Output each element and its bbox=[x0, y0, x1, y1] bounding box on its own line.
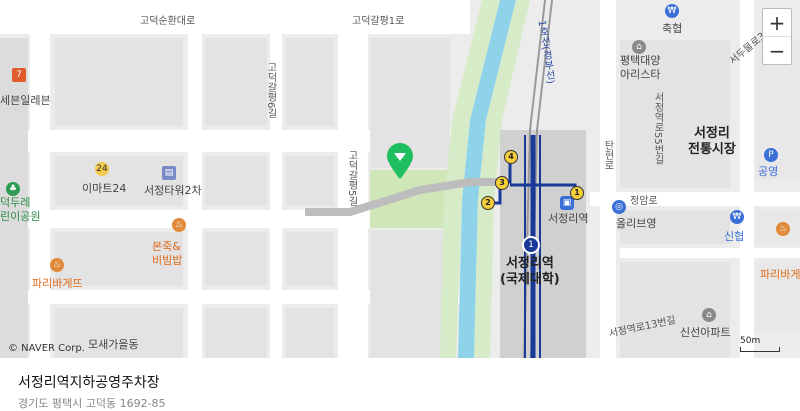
park-icon[interactable]: ♣ bbox=[6, 182, 20, 196]
exit-2-marker[interactable]: 2 bbox=[481, 196, 495, 210]
road-label: 정암로 bbox=[630, 196, 658, 207]
poi-label[interactable]: 서정타워2차 bbox=[144, 182, 202, 198]
scale-label: 50m bbox=[740, 336, 761, 346]
place-address: 경기도 평택시 고덕동 1692-85 bbox=[18, 397, 166, 410]
poi-label[interactable]: 본죽& 비빔밥 bbox=[152, 240, 182, 268]
road-label: 서정역로55번길 bbox=[652, 92, 663, 165]
apartment-icon[interactable]: ⌂ bbox=[632, 40, 646, 54]
road-label: 고덕갈평5길 bbox=[346, 150, 357, 207]
restaurant-icon[interactable]: ♨ bbox=[50, 258, 64, 272]
location-pin-icon[interactable] bbox=[385, 142, 415, 180]
poi-label[interactable]: 이마트24 bbox=[82, 180, 126, 196]
poi-label[interactable]: 덕두레 린이공원 bbox=[0, 196, 40, 224]
zoom-in-button[interactable]: + bbox=[763, 9, 791, 36]
poi-label[interactable]: 축협 bbox=[662, 20, 682, 36]
poi-label[interactable]: 평택대양 아리스타 bbox=[620, 54, 660, 82]
bank-icon[interactable]: ₩ bbox=[730, 210, 744, 224]
zoom-out-button[interactable]: − bbox=[763, 36, 791, 64]
subway-line-1-icon[interactable]: 1 bbox=[522, 236, 540, 254]
bakery-icon[interactable]: ♨ bbox=[776, 222, 790, 236]
bank-icon[interactable]: ₩ bbox=[665, 4, 679, 18]
poi-label[interactable]: 신선아파트 bbox=[680, 324, 731, 340]
poi-label[interactable]: 세븐일레븐 bbox=[0, 92, 51, 108]
copyright-label: © NAVER Corp. bbox=[8, 343, 85, 354]
place-card[interactable]: 서정리역지하공영주차장 경기도 평택시 고덕동 1692-85 bbox=[0, 358, 800, 410]
zoom-control: + − bbox=[762, 8, 792, 65]
exit-3-marker[interactable]: 3 bbox=[495, 176, 509, 190]
place-title[interactable]: 서정리역지하공영주차장 bbox=[18, 372, 800, 392]
parking-icon[interactable]: P bbox=[764, 148, 778, 162]
cosmetics-store-icon[interactable]: ◎ bbox=[612, 200, 626, 214]
poi-label[interactable]: 파리바게뜨 bbox=[32, 275, 83, 291]
poi-label[interactable]: 올리브영 bbox=[616, 215, 656, 231]
road-label: 고덕갈평6길 bbox=[265, 62, 276, 119]
convenience-store-icon[interactable]: 7 bbox=[12, 68, 26, 82]
road-label: 탄현로 bbox=[602, 140, 613, 170]
building-icon[interactable]: ▤ bbox=[162, 166, 176, 180]
apartment-icon[interactable]: ⌂ bbox=[702, 308, 716, 322]
scale-line bbox=[740, 347, 780, 352]
road-label: 고덕갈평1로 bbox=[352, 16, 405, 27]
poi-label[interactable]: 모새가을동 bbox=[88, 336, 139, 352]
poi-label[interactable]: 파리바게뜨 bbox=[760, 266, 800, 282]
poi-label[interactable]: 신협 bbox=[724, 228, 744, 244]
exit-1-marker[interactable]: 1 bbox=[570, 186, 584, 200]
road-label: 고덕순환대로 bbox=[140, 16, 196, 27]
scale-bar: 50m bbox=[740, 336, 780, 352]
station-main-label[interactable]: 서정리역 (국제대학) bbox=[500, 256, 560, 288]
emart24-icon[interactable]: 24 bbox=[95, 162, 109, 176]
poi-label[interactable]: 공영 bbox=[758, 163, 778, 179]
exit-4-marker[interactable]: 4 bbox=[504, 150, 518, 164]
restaurant-icon[interactable]: ♨ bbox=[172, 218, 186, 232]
station-label[interactable]: 서정리역 bbox=[548, 210, 588, 226]
market-label[interactable]: 서정리 전통시장 bbox=[688, 126, 736, 158]
map-canvas[interactable]: 고덕순환대로 고덕갈평1로 고덕갈평6길 고덕갈평5길 1호선(경부선) 서정역… bbox=[0, 0, 800, 358]
